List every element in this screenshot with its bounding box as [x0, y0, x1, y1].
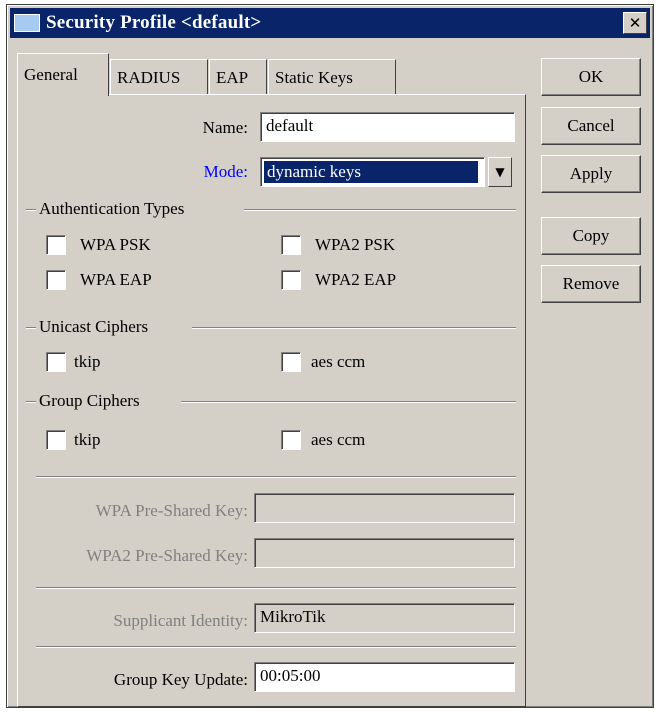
- window-title: Security Profile <default>: [46, 12, 262, 33]
- wpa-psk-key-label: WPA Pre-Shared Key:: [95, 501, 248, 520]
- supplicant-identity-label: Supplicant Identity:: [113, 611, 248, 630]
- apply-button[interactable]: Apply: [541, 155, 641, 193]
- group-line-left: [26, 401, 36, 403]
- mode-label: Mode:: [203, 162, 248, 181]
- tab-general-label: General: [24, 65, 78, 84]
- group-tkip-label: tkip: [74, 430, 101, 449]
- title-bar[interactable]: Security Profile <default> ✕: [10, 8, 650, 38]
- auth-types-group: Authentication Types: [26, 199, 516, 219]
- unicast-tkip-checkbox[interactable]: [46, 352, 66, 372]
- separator: [36, 646, 516, 648]
- group-line-left: [26, 209, 36, 211]
- ok-button[interactable]: OK: [541, 58, 641, 96]
- mode-dropdown-button[interactable]: ▼: [488, 157, 512, 187]
- group-ciphers-group: Group Ciphers: [26, 391, 516, 411]
- wpa2-psk-label: WPA2 PSK: [315, 235, 396, 254]
- name-label: Name:: [202, 118, 248, 137]
- supplicant-identity-field: MikroTik: [254, 603, 515, 633]
- unicast-ciphers-group: Unicast Ciphers: [26, 317, 516, 337]
- group-key-update-label: Group Key Update:: [113, 670, 248, 689]
- security-profile-window: Security Profile <default> ✕ General RAD…: [6, 4, 654, 708]
- wpa2-psk-key-field: [254, 538, 515, 568]
- unicast-aes-checkbox[interactable]: [281, 352, 301, 372]
- group-line-left: [26, 327, 36, 329]
- mode-select[interactable]: dynamic keys: [260, 157, 485, 187]
- group-aes-label: aes ccm: [311, 430, 366, 449]
- separator: [36, 476, 516, 478]
- wpa2-eap-label: WPA2 EAP: [315, 270, 397, 289]
- chevron-down-icon: ▼: [495, 165, 505, 179]
- wpa2-psk-checkbox[interactable]: [281, 235, 301, 255]
- tab-radius-label: RADIUS: [117, 67, 181, 87]
- wpa-eap-checkbox[interactable]: [46, 270, 66, 290]
- group-key-update-field[interactable]: 00:05:00: [254, 662, 515, 692]
- group-tkip-checkbox[interactable]: [46, 430, 66, 450]
- group-line-right: [192, 327, 516, 329]
- close-button[interactable]: ✕: [623, 12, 647, 34]
- unicast-tkip-label: tkip: [74, 352, 101, 371]
- tab-eap[interactable]: EAP: [209, 59, 267, 95]
- unicast-ciphers-heading: Unicast Ciphers: [36, 317, 152, 337]
- wpa-psk-label: WPA PSK: [80, 235, 151, 254]
- group-ciphers-heading: Group Ciphers: [36, 391, 143, 411]
- copy-button[interactable]: Copy: [541, 217, 641, 255]
- remove-button[interactable]: Remove: [541, 265, 641, 303]
- unicast-aes-label: aes ccm: [311, 352, 366, 371]
- wpa-psk-checkbox[interactable]: [46, 235, 66, 255]
- separator: [36, 587, 516, 589]
- window-icon: [14, 14, 40, 32]
- close-icon: ✕: [628, 14, 642, 32]
- group-line-right: [244, 209, 516, 211]
- group-line-right: [181, 401, 516, 403]
- wpa-psk-key-field: [254, 493, 515, 523]
- auth-types-heading: Authentication Types: [36, 199, 188, 219]
- tab-static-keys[interactable]: Static Keys: [268, 59, 396, 95]
- tab-static-keys-label: Static Keys: [275, 67, 353, 87]
- tab-eap-label: EAP: [216, 67, 249, 87]
- cancel-button[interactable]: Cancel: [541, 107, 641, 145]
- mode-select-value: dynamic keys: [264, 161, 478, 183]
- group-aes-checkbox[interactable]: [281, 430, 301, 450]
- tab-radius[interactable]: RADIUS: [110, 59, 208, 95]
- name-field[interactable]: default: [260, 112, 515, 142]
- wpa2-eap-checkbox[interactable]: [281, 270, 301, 290]
- wpa-eap-label: WPA EAP: [80, 270, 152, 289]
- tab-general[interactable]: General: [17, 53, 109, 96]
- general-panel: Name: default Mode: dynamic keys ▼ Authe…: [17, 94, 526, 707]
- wpa2-psk-key-label: WPA2 Pre-Shared Key:: [86, 546, 248, 565]
